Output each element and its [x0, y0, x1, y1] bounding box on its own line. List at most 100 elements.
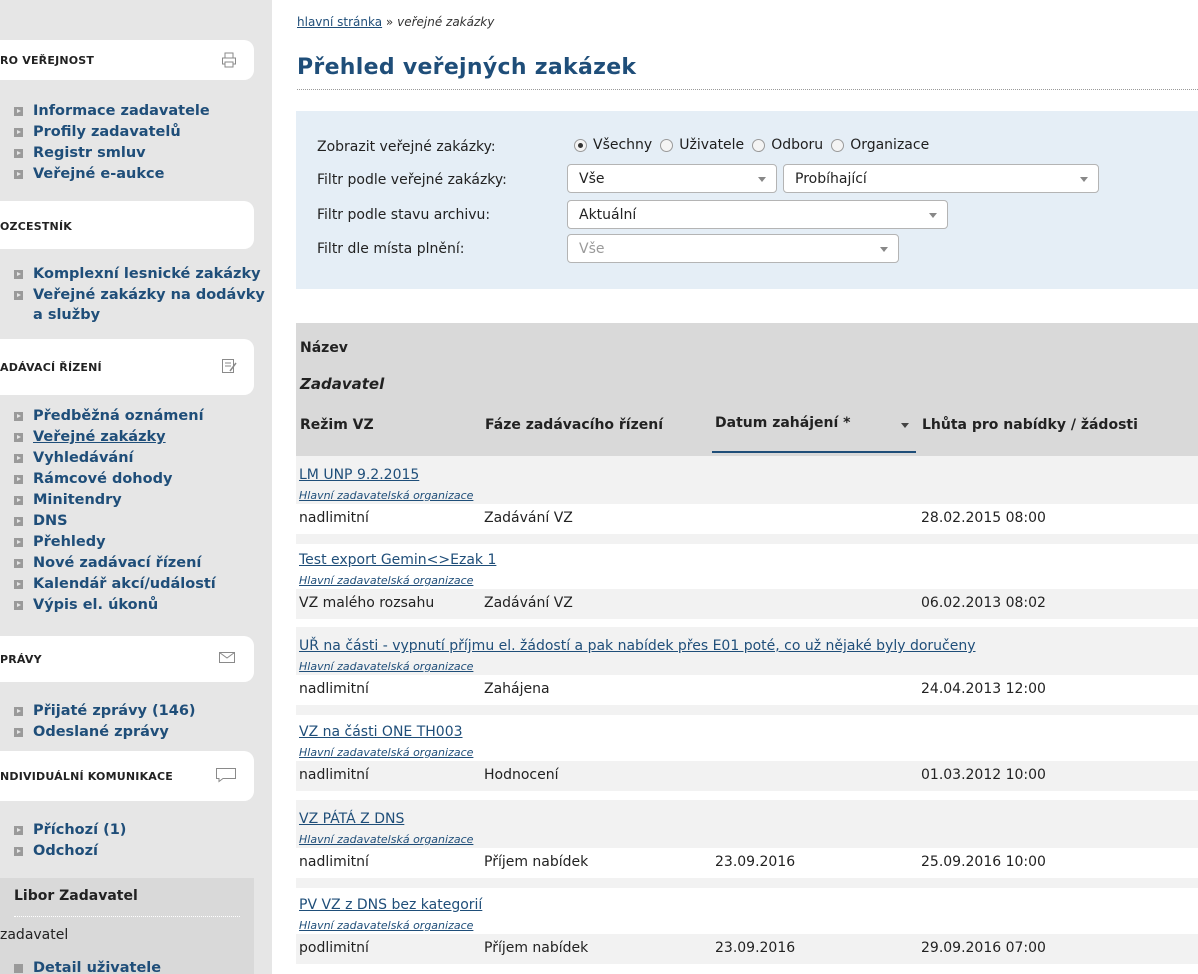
table-row: VZ PÁTÁ Z DNS Hlavní zadavatelská organi…: [296, 800, 1198, 888]
menu-item-overviews[interactable]: Přehledy: [14, 532, 270, 553]
section-title: ADÁVACÍ ŘÍZENÍ: [0, 361, 102, 374]
filter-vz-state-select[interactable]: Probíhající: [783, 164, 1099, 193]
contract-name-link[interactable]: UŘ na části - vypnutí příjmu el. žádostí…: [299, 638, 976, 654]
filter-panel: Zobrazit veřejné zakázky: Všechny Uživat…: [296, 111, 1198, 289]
cell-mode: nadlimitní: [299, 767, 369, 783]
menu-item-forestry[interactable]: Komplexní lesnické zakázky: [14, 264, 270, 285]
bullet-icon: [14, 170, 23, 179]
bullet-icon: [14, 475, 23, 484]
organization-link[interactable]: Hlavní zadavatelská organizace: [299, 746, 473, 759]
chevron-down-icon: [758, 177, 766, 182]
bullet-icon: [14, 728, 23, 737]
menu-item-contract-register[interactable]: Registr smluv: [14, 143, 270, 164]
breadcrumb-current: veřejné zakázky: [397, 15, 495, 29]
organization-link[interactable]: Hlavní zadavatelská organizace: [299, 489, 473, 502]
menu-item-supplies-services[interactable]: Veřejné zakázky na dodávky a služby: [14, 285, 270, 329]
radio-department[interactable]: Odboru: [752, 137, 823, 153]
contract-name-link[interactable]: VZ PÁTÁ Z DNS: [299, 811, 404, 827]
cell-mode: nadlimitní: [299, 510, 369, 526]
divider: [297, 89, 1198, 90]
column-header-phase[interactable]: Fáze zadávacího řízení: [485, 417, 663, 433]
chevron-down-icon: [1080, 177, 1088, 182]
breadcrumb-separator: »: [385, 15, 394, 29]
radio-icon[interactable]: [660, 138, 674, 152]
contract-name-link[interactable]: LM UNP 9.2.2015: [299, 467, 419, 483]
bullet-icon: [14, 454, 23, 463]
user-detail-link[interactable]: Detail uživatele: [14, 960, 161, 974]
menu-item-dns[interactable]: DNS: [14, 511, 270, 532]
contract-name-link[interactable]: Test export Gemin<>Ezak 1: [299, 552, 496, 568]
cell-deadline: 06.02.2013 08:02: [921, 595, 1046, 611]
organization-link[interactable]: Hlavní zadavatelská organizace: [299, 919, 473, 932]
row-cells: nadlimitní Zahájena 24.04.2013 12:00: [296, 675, 1198, 705]
section-header-crossroads: OZCESTNÍK: [0, 201, 254, 249]
menu-item-profiles[interactable]: Profily zadavatelů: [14, 122, 270, 143]
cell-start: 23.09.2016: [715, 854, 796, 870]
radio-user[interactable]: Uživatele: [660, 137, 744, 153]
breadcrumb-home-link[interactable]: hlavní stránka: [297, 15, 382, 29]
menu-item-outgoing[interactable]: Odchozí: [14, 841, 270, 862]
bullet-icon: [14, 707, 23, 716]
chevron-down-icon: [880, 247, 888, 252]
menu-item-incoming[interactable]: Příchozí (1): [14, 820, 270, 841]
envelope-icon: [218, 649, 236, 667]
menu-item-new-procedure[interactable]: Nové zadávací řízení: [14, 553, 270, 574]
organization-link[interactable]: Hlavní zadavatelská organizace: [299, 660, 473, 673]
contract-name-link[interactable]: VZ na části ONE TH003: [299, 724, 463, 740]
sort-desc-icon[interactable]: [901, 423, 909, 428]
public-menu: Informace zadavatele Profily zadavatelů …: [14, 101, 270, 185]
row-cells: podlimitní Příjem nabídek 23.09.2016 29.…: [296, 934, 1198, 964]
menu-item-public-contracts[interactable]: Veřejné zakázky: [14, 427, 270, 448]
menu-item-search[interactable]: Vyhledávání: [14, 448, 270, 469]
bullet-icon: [14, 538, 23, 547]
sort-indicator: [712, 451, 916, 453]
column-header-mode[interactable]: Režim VZ: [300, 417, 374, 433]
sidebar: RO VEŘEJNOST Informace zadavatele Profil…: [0, 0, 272, 974]
menu-item-el-acts[interactable]: Výpis el. úkonů: [14, 595, 270, 616]
bullet-icon: [14, 601, 23, 610]
radio-icon[interactable]: [752, 138, 766, 152]
radio-organization[interactable]: Organizace: [831, 137, 929, 153]
cell-mode: nadlimitní: [299, 854, 369, 870]
menu-item-sent[interactable]: Odeslané zprávy: [14, 722, 270, 743]
row-cells: nadlimitní Příjem nabídek 23.09.2016 25.…: [296, 848, 1198, 878]
cell-deadline: 01.03.2012 10:00: [921, 767, 1046, 783]
column-header-contracting[interactable]: Zadavatel: [300, 375, 384, 393]
menu-item-e-auctions[interactable]: Veřejné e-aukce: [14, 164, 270, 185]
radio-all[interactable]: Všechny: [574, 137, 652, 153]
radio-selected-icon[interactable]: [574, 138, 587, 152]
column-header-name[interactable]: Název: [300, 340, 348, 356]
menu-item-contracting-info[interactable]: Informace zadavatele: [14, 101, 270, 122]
column-header-deadline[interactable]: Lhůta pro nabídky / žádosti: [922, 417, 1138, 433]
organization-link[interactable]: Hlavní zadavatelská organizace: [299, 574, 473, 587]
edit-document-icon: [220, 358, 238, 376]
section-title: RO VEŘEJNOST: [0, 54, 95, 67]
menu-item-minitenders[interactable]: Minitendry: [14, 490, 270, 511]
section-header-communication: NDIVIDUÁLNÍ KOMUNIKACE: [0, 751, 254, 801]
breadcrumb: hlavní stránka » veřejné zakázky: [297, 15, 494, 29]
show-radio-group: Všechny Uživatele Odboru Organizace: [574, 137, 937, 153]
menu-item-inbox[interactable]: Přijaté zprávy (146): [14, 701, 270, 722]
user-name: Libor Zadavatel: [14, 888, 138, 904]
bullet-icon: [14, 107, 23, 116]
menu-item-framework[interactable]: Rámcové dohody: [14, 469, 270, 490]
filter-show-label: Zobrazit veřejné zakázky:: [317, 139, 496, 155]
bullet-icon: [14, 412, 23, 421]
contract-name-link[interactable]: PV VZ z DNS bez kategorií: [299, 897, 482, 913]
column-header-start[interactable]: Datum zahájení *: [715, 415, 850, 431]
divider: [14, 916, 240, 917]
filter-place-select[interactable]: Vše: [567, 234, 899, 263]
table-row: Test export Gemin<>Ezak 1 Hlavní zadavat…: [296, 541, 1198, 629]
filter-archive-label: Filtr podle stavu archivu:: [317, 207, 491, 223]
organization-link[interactable]: Hlavní zadavatelská organizace: [299, 833, 473, 846]
filter-archive-select[interactable]: Aktuální: [567, 200, 948, 229]
menu-item-calendar[interactable]: Kalendář akcí/událostí: [14, 574, 270, 595]
row-cells: nadlimitní Zadávání VZ 28.02.2015 08:00: [296, 504, 1198, 534]
cell-start: 23.09.2016: [715, 940, 796, 956]
filter-vz-select[interactable]: Vše: [567, 164, 777, 193]
section-title: OZCESTNÍK: [0, 220, 72, 233]
menu-item-prior-notices[interactable]: Předběžná oznámení: [14, 406, 270, 427]
section-header-messages: PRÁVY: [0, 636, 254, 682]
radio-icon[interactable]: [831, 138, 845, 152]
cell-phase: Příjem nabídek: [484, 940, 589, 956]
